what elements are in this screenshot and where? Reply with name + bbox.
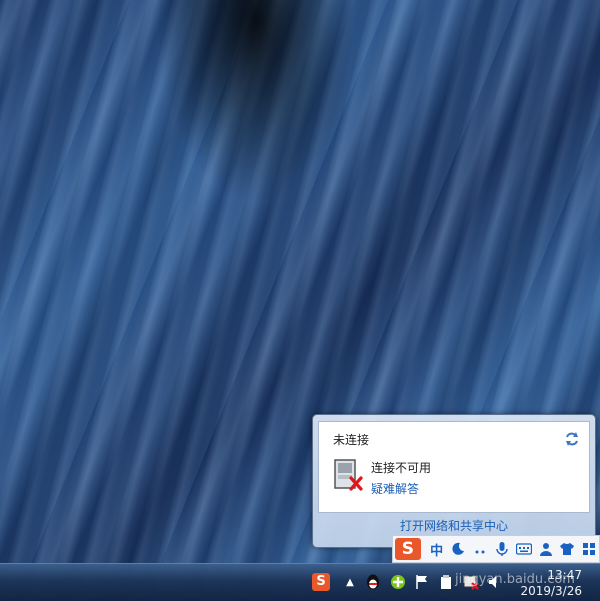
action-center-flag-icon[interactable] bbox=[413, 573, 431, 591]
network-tray-icon[interactable] bbox=[462, 573, 480, 591]
network-status-panel: 未连接 连接不可用 疑难解答 bbox=[318, 421, 590, 513]
clock-time: 13:47 bbox=[547, 568, 582, 582]
punctuation-icon[interactable] bbox=[470, 538, 490, 560]
troubleshoot-link[interactable]: 疑难解答 bbox=[371, 480, 419, 497]
network-disconnected-icon bbox=[333, 458, 365, 494]
connection-unavailable-text: 连接不可用 bbox=[371, 461, 432, 475]
grid-icon[interactable] bbox=[579, 538, 599, 560]
volume-icon[interactable] bbox=[486, 573, 504, 591]
ime-toolbar: S 中 bbox=[392, 535, 600, 563]
sogou-logo-icon[interactable]: S bbox=[395, 538, 421, 560]
keyboard-icon[interactable] bbox=[514, 538, 534, 560]
qq-tray-icon[interactable] bbox=[364, 573, 382, 591]
taskbar: S ▲ 13:47 2019/3/26 bbox=[0, 563, 600, 601]
network-flyout: 未连接 连接不可用 疑难解答 打开网络和共享中心 bbox=[312, 414, 596, 548]
refresh-icon[interactable] bbox=[563, 430, 581, 448]
connection-status-title: 未连接 bbox=[333, 433, 370, 447]
system-clock[interactable]: 13:47 2019/3/26 bbox=[520, 567, 582, 599]
moon-icon[interactable] bbox=[449, 538, 469, 560]
open-network-center-link[interactable]: 打开网络和共享中心 bbox=[313, 517, 595, 534]
show-hidden-icons-arrow[interactable]: ▲ bbox=[341, 573, 359, 591]
skin-icon[interactable] bbox=[557, 538, 577, 560]
device-tray-icon[interactable] bbox=[437, 573, 455, 591]
input-mode-toggle[interactable]: 中 bbox=[427, 538, 447, 560]
add-tray-icon[interactable] bbox=[389, 573, 407, 591]
clock-date: 2019/3/26 bbox=[520, 584, 582, 598]
sogou-tray-icon[interactable]: S bbox=[312, 573, 330, 591]
user-icon[interactable] bbox=[536, 538, 556, 560]
microphone-icon[interactable] bbox=[492, 538, 512, 560]
